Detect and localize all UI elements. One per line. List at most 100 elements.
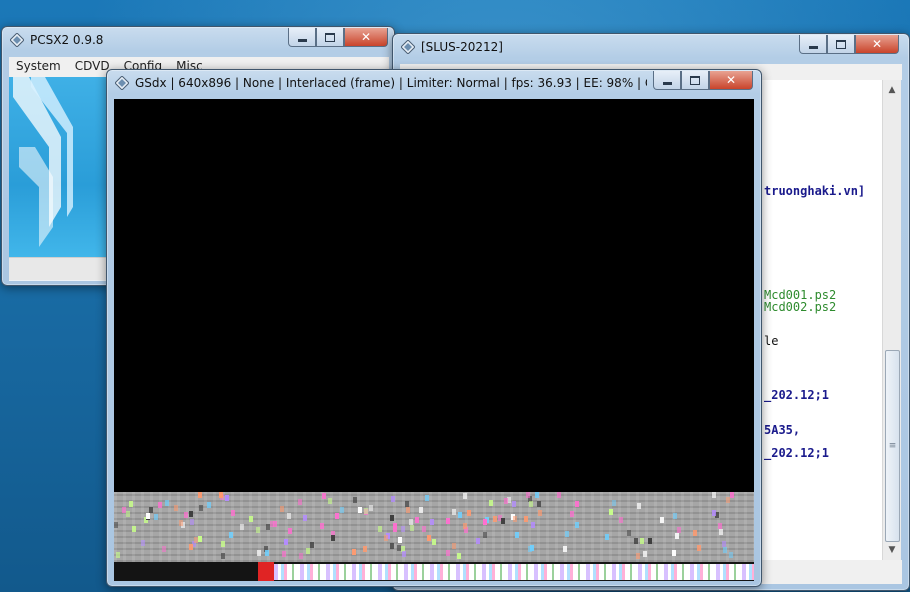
- glitch-speck: [378, 526, 382, 532]
- glitch-speck: [391, 496, 395, 502]
- glitch-speck: [132, 526, 136, 532]
- glitch-speck: [149, 507, 153, 513]
- pcsx2-diamond-icon: [115, 76, 129, 90]
- glitch-speck: [280, 506, 284, 512]
- glitch-speck: [364, 508, 368, 514]
- graphics-glitch-band: [114, 492, 754, 562]
- chevron-down-icon[interactable]: ▼: [883, 542, 901, 558]
- glitch-speck: [415, 517, 419, 523]
- glitch-speck: [524, 516, 528, 522]
- glitch-speck: [458, 512, 462, 518]
- console-caption-buttons: ✕: [799, 35, 899, 54]
- glitch-speck: [446, 518, 450, 524]
- glitch-speck: [452, 543, 456, 549]
- log-line: truonghaki.vn]: [764, 184, 866, 198]
- glitch-speck: [693, 530, 697, 536]
- glitch-speck: [483, 532, 487, 538]
- glitch-speck: [282, 551, 286, 557]
- glitch-speck: [165, 500, 169, 506]
- glitch-speck: [529, 501, 533, 507]
- log-line: _202.12;1: [764, 388, 830, 402]
- glitch-speck: [393, 526, 397, 532]
- glitch-speck: [612, 500, 616, 506]
- glitch-speck: [189, 544, 193, 550]
- pcsx2-caption-buttons: ✕: [288, 28, 388, 47]
- glitch-speck: [141, 540, 145, 546]
- glitch-speck: [303, 515, 307, 521]
- glitch-speck: [528, 546, 532, 552]
- game-render-area[interactable]: [114, 99, 754, 581]
- minimize-icon[interactable]: [799, 35, 827, 54]
- maximize-icon[interactable]: [827, 35, 855, 54]
- glitch-speck: [563, 546, 567, 552]
- minimize-icon[interactable]: [288, 28, 316, 47]
- graphics-glitch-color-strip: [274, 564, 754, 580]
- glitch-speck: [390, 543, 394, 549]
- console-titlebar[interactable]: [SLUS-20212] ✕: [393, 34, 909, 60]
- glitch-speck: [249, 516, 253, 522]
- glitch-speck: [537, 501, 541, 507]
- minimize-icon[interactable]: [653, 71, 681, 90]
- pcsx2-window-title: PCSX2 0.9.8: [30, 33, 104, 47]
- glitch-speck: [476, 538, 480, 544]
- glitch-speck: [288, 528, 292, 534]
- glitch-speck: [565, 531, 569, 537]
- glitch-speck: [425, 495, 429, 501]
- gsdx-window-title: GSdx | 640x896 | None | Interlaced (fram…: [135, 76, 647, 90]
- glitch-speck: [207, 502, 211, 508]
- glitch-speck: [640, 538, 644, 544]
- glitch-speck: [483, 519, 487, 525]
- menu-system[interactable]: System: [9, 57, 68, 77]
- glitch-speck: [513, 516, 517, 522]
- close-icon[interactable]: ✕: [709, 71, 753, 90]
- glitch-speck: [538, 510, 542, 516]
- console-scrollbar[interactable]: ▲ ≡ ▼: [882, 80, 901, 560]
- glitch-speck: [162, 546, 166, 552]
- glitch-speck: [719, 529, 723, 535]
- chevron-up-icon[interactable]: ▲: [883, 82, 901, 98]
- glitch-speck: [637, 503, 641, 509]
- glitch-speck: [257, 550, 261, 556]
- glitch-speck: [643, 551, 647, 557]
- glitch-speck: [384, 535, 388, 541]
- close-icon[interactable]: ✕: [855, 35, 899, 54]
- pcsx2-diamond-icon: [401, 40, 415, 54]
- glitch-speck: [467, 510, 471, 516]
- glitch-speck: [284, 539, 288, 545]
- glitch-speck: [619, 517, 623, 523]
- grip-icon: ≡: [888, 441, 897, 451]
- glitch-speck: [489, 500, 493, 506]
- glitch-speck: [154, 514, 158, 520]
- glitch-speck: [146, 513, 150, 519]
- maximize-icon[interactable]: [316, 28, 344, 47]
- glitch-speck: [310, 542, 314, 548]
- glitch-speck: [184, 512, 188, 518]
- scrollbar-thumb[interactable]: ≡: [885, 350, 900, 542]
- pcsx2-titlebar[interactable]: PCSX2 0.9.8 ✕: [2, 27, 394, 53]
- maximize-icon[interactable]: [681, 71, 709, 90]
- glitch-speck: [512, 501, 516, 507]
- glitch-speck: [174, 505, 178, 511]
- glitch-speck: [575, 501, 579, 507]
- glitch-speck: [287, 513, 291, 519]
- glitch-speck: [340, 507, 344, 513]
- glitch-speck: [198, 536, 202, 542]
- glitch-speck: [605, 534, 609, 540]
- graphics-glitch-red-block: [258, 562, 274, 581]
- glitch-speck: [501, 518, 505, 524]
- glitch-speck: [648, 538, 652, 544]
- glitch-speck: [219, 492, 223, 498]
- glitch-speck: [535, 492, 539, 498]
- gsdx-window: GSdx | 640x896 | None | Interlaced (fram…: [106, 69, 762, 587]
- glitch-speck: [557, 492, 561, 498]
- glitch-speck: [627, 530, 631, 536]
- glitch-speck: [401, 526, 405, 532]
- gsdx-titlebar[interactable]: GSdx | 640x896 | None | Interlaced (fram…: [107, 70, 761, 96]
- close-icon[interactable]: ✕: [344, 28, 388, 47]
- glitch-speck: [402, 551, 406, 557]
- glitch-speck: [322, 493, 326, 499]
- glitch-speck: [225, 495, 229, 501]
- glitch-speck: [221, 541, 225, 547]
- glitch-speck: [531, 522, 535, 528]
- glitch-speck: [256, 527, 260, 533]
